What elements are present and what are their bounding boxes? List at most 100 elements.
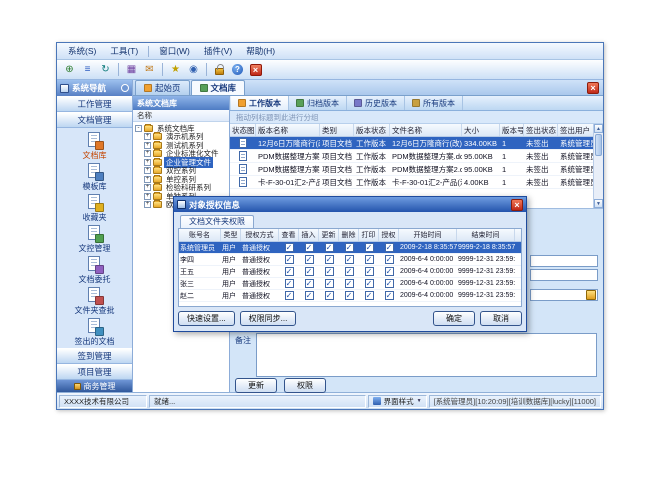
version-tab-working[interactable]: 工作版本 — [231, 96, 289, 110]
expander-icon[interactable]: + — [144, 142, 151, 149]
checkbox-checked[interactable]: ✓ — [345, 267, 354, 276]
sidebar-item-document-library[interactable]: 文档库 — [57, 131, 132, 162]
permission-row[interactable]: 李四用户普通授权✓✓✓✓✓✓2009-6-4 0:00:009999-12-31… — [179, 254, 521, 266]
nav-group-checkin[interactable]: 签到管理 — [57, 348, 132, 364]
permission-button[interactable]: 权限 — [284, 378, 326, 393]
sidebar-item-doc-delegation[interactable]: 文档委托 — [57, 255, 132, 286]
version-tab-history[interactable]: 历史版本 — [347, 96, 405, 110]
checkbox-checked[interactable]: ✓ — [365, 267, 374, 276]
column-header[interactable]: 类型 — [221, 229, 241, 241]
checkbox-checked[interactable]: ✓ — [365, 243, 374, 252]
menu-item-tools[interactable]: 工具(T) — [103, 44, 145, 58]
checkbox-checked[interactable]: ✓ — [365, 291, 374, 300]
cancel-button[interactable]: 取消 — [480, 311, 522, 326]
checkbox-checked[interactable]: ✓ — [325, 267, 334, 276]
checkbox-checked[interactable]: ✓ — [305, 279, 314, 288]
checkbox-checked[interactable]: ✓ — [285, 267, 294, 276]
sidebar-item-folder-review[interactable]: 文件夹查批 — [57, 286, 132, 317]
permission-row[interactable]: 赵二用户普通授权✓✓✓✓✓✓2009-6-4 0:00:009999-12-31… — [179, 290, 521, 302]
pin-icon[interactable] — [121, 84, 129, 92]
checkbox-checked[interactable]: ✓ — [285, 255, 294, 264]
refresh-icon[interactable]: ↻ — [97, 62, 114, 78]
quick-setup-button[interactable]: 快速设置... — [178, 311, 235, 326]
column-header[interactable]: 版本名称 — [256, 124, 320, 136]
nav-group-document[interactable]: 文档管理 — [57, 112, 132, 128]
sidebar-item-favorites[interactable]: 收藏夹 — [57, 193, 132, 224]
column-header[interactable]: 打印 — [359, 229, 379, 241]
checkbox-checked[interactable]: ✓ — [385, 291, 394, 300]
report-icon[interactable]: ▦ — [123, 62, 140, 78]
column-header[interactable]: 签出状态 — [524, 124, 558, 136]
checkbox-checked[interactable]: ✓ — [345, 291, 354, 300]
menu-item-plugins[interactable]: 插件(V) — [197, 44, 239, 58]
permission-sync-button[interactable]: 权限同步... — [240, 311, 297, 326]
column-header[interactable]: 版本状态 — [354, 124, 390, 136]
permission-row[interactable]: 王五用户普通授权✓✓✓✓✓✓2009-6-4 0:00:009999-12-31… — [179, 266, 521, 278]
checkbox-checked[interactable]: ✓ — [305, 243, 314, 252]
table-row[interactable]: PDM数据整理方案2.doc项目文档工作版本PDM数据整理方案2.doc95.0… — [230, 163, 596, 176]
column-header[interactable]: 更新 — [319, 229, 339, 241]
checkbox-checked[interactable]: ✓ — [365, 255, 374, 264]
update-button[interactable]: 更新 — [235, 378, 277, 393]
search-icon[interactable]: ◉ — [185, 62, 202, 78]
help-icon[interactable]: ? — [229, 62, 246, 78]
menu-item-system[interactable]: 系统(S) — [61, 44, 103, 58]
checkbox-checked[interactable]: ✓ — [345, 255, 354, 264]
table-row[interactable]: 卡-F-30-01汇2-产品(汇2).doc项目文档工作版本卡-F-30-01汇… — [230, 176, 596, 189]
tab-doclib[interactable]: 文档库 — [191, 80, 246, 95]
permission-row[interactable]: 张三用户普通授权✓✓✓✓✓✓2009-6-4 0:00:009999-12-31… — [179, 278, 521, 290]
ok-button[interactable]: 确定 — [433, 311, 475, 326]
checkbox-checked[interactable]: ✓ — [305, 267, 314, 276]
checkbox-checked[interactable]: ✓ — [285, 243, 294, 252]
expander-icon[interactable]: + — [144, 193, 151, 200]
new-icon[interactable]: ⊕ — [61, 62, 78, 78]
column-header[interactable]: 文件名称 — [390, 124, 462, 136]
sidebar-item-checked-out[interactable]: 签出的文档 — [57, 317, 132, 348]
mail-icon[interactable]: ✉ — [141, 62, 158, 78]
checkbox-checked[interactable]: ✓ — [345, 279, 354, 288]
checkbox-checked[interactable]: ✓ — [305, 291, 314, 300]
expander-icon[interactable]: + — [144, 159, 151, 166]
table-row[interactable]: 12月6日万隆商行(改).xls项目文档工作版本12月6日万隆商行(改).xls… — [230, 137, 596, 150]
checkbox-checked[interactable]: ✓ — [325, 279, 334, 288]
column-header[interactable]: 查看 — [279, 229, 299, 241]
expander-icon[interactable]: + — [144, 150, 151, 157]
column-header[interactable]: 账号名 — [179, 229, 221, 241]
checkbox-checked[interactable]: ✓ — [385, 255, 394, 264]
tab-folder-permissions[interactable]: 文档文件夹权限 — [180, 215, 254, 228]
checkbox-checked[interactable]: ✓ — [305, 255, 314, 264]
exit-icon[interactable]: × — [247, 62, 264, 78]
menu-item-window[interactable]: 窗口(W) — [152, 44, 197, 58]
checkbox-checked[interactable]: ✓ — [345, 243, 354, 252]
checkbox-checked[interactable]: ✓ — [285, 291, 294, 300]
scroll-up-icon[interactable]: ▲ — [594, 124, 603, 133]
scroll-down-icon[interactable]: ▼ — [594, 199, 603, 208]
menu-item-help[interactable]: 帮助(H) — [239, 44, 282, 58]
dialog-titlebar[interactable]: 对象授权信息 × — [174, 197, 526, 212]
expander-icon[interactable]: + — [144, 201, 151, 208]
expander-icon[interactable]: + — [144, 167, 151, 174]
column-header[interactable]: 结束时间 — [457, 229, 515, 241]
browse-folder-icon[interactable] — [586, 290, 596, 300]
column-header[interactable]: 签出用户 — [558, 124, 596, 136]
form-field-1[interactable] — [530, 255, 598, 267]
column-header[interactable]: 状态图 — [230, 124, 256, 136]
expander-icon[interactable]: + — [144, 133, 151, 140]
column-header[interactable]: 版本号 — [500, 124, 524, 136]
tree-column-header[interactable]: 名称 — [133, 110, 229, 122]
checkbox-checked[interactable]: ✓ — [385, 243, 394, 252]
favorite-icon[interactable]: ★ — [167, 62, 184, 78]
remark-textarea[interactable] — [256, 333, 597, 377]
sidebar-item-business[interactable]: 商务管理 — [57, 380, 132, 392]
expander-icon[interactable]: - — [135, 125, 142, 132]
nav-group-project[interactable]: 项目管理 — [57, 364, 132, 380]
checkbox-checked[interactable]: ✓ — [385, 267, 394, 276]
close-tab-icon[interactable]: × — [587, 82, 599, 94]
dialog-close-icon[interactable]: × — [511, 199, 523, 211]
checkbox-checked[interactable]: ✓ — [325, 291, 334, 300]
checkbox-checked[interactable]: ✓ — [385, 279, 394, 288]
tab-start[interactable]: 起始页 — [135, 80, 190, 95]
nav-group-work[interactable]: 工作管理 — [57, 96, 132, 112]
column-header[interactable]: 授权 — [379, 229, 399, 241]
checkbox-checked[interactable]: ✓ — [365, 279, 374, 288]
